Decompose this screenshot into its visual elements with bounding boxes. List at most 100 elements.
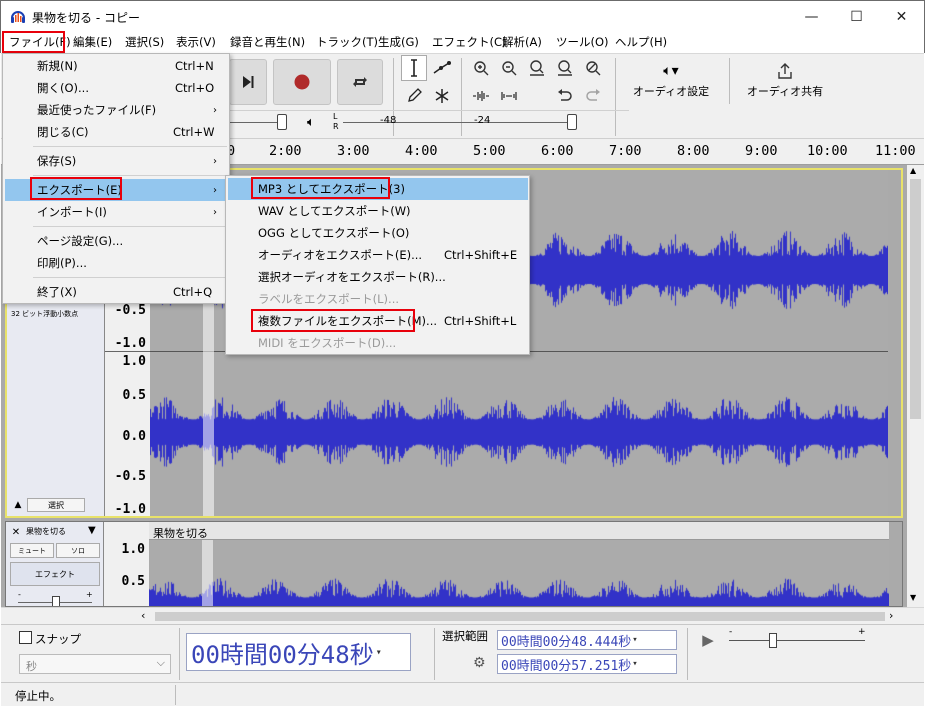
menu-item-import[interactable]: インポート(I) › xyxy=(3,201,229,223)
horizontal-scroll-thumb[interactable] xyxy=(155,612,885,621)
mute-button[interactable]: ミュート xyxy=(10,543,54,558)
menu-item-page-setup[interactable]: ページ設定(G)... xyxy=(3,230,229,252)
selection-tool-button[interactable] xyxy=(401,55,427,81)
collapse-track-button[interactable]: ▲ xyxy=(11,498,25,512)
speed-slider-thumb[interactable] xyxy=(769,633,777,648)
status-text: 停止中。 xyxy=(15,689,61,703)
close-button[interactable]: ✕ xyxy=(879,2,924,31)
zoom-out-button[interactable] xyxy=(496,55,522,81)
window-title: 果物を切る - コピー xyxy=(32,11,140,25)
snap-unit-value: 秒 xyxy=(26,660,37,673)
fit-project-button[interactable] xyxy=(552,55,578,81)
envelope-tool-button[interactable] xyxy=(429,55,455,81)
scroll-down-icon[interactable]: ▼ xyxy=(910,593,916,602)
menu-item-export-wav[interactable]: WAV としてエクスポート(W) xyxy=(226,200,529,222)
gear-icon[interactable]: ⚙ xyxy=(473,655,486,671)
play-at-speed-icon[interactable]: ▶ xyxy=(697,630,719,650)
gain-slider-thumb[interactable] xyxy=(52,596,60,606)
silence-button[interactable] xyxy=(496,83,522,109)
solo-button[interactable]: ソロ xyxy=(56,543,100,558)
skip-end-button[interactable] xyxy=(229,59,267,105)
menu-generate[interactable]: 生成(G) xyxy=(378,34,419,50)
zoom-selection-icon xyxy=(530,60,544,76)
record-button[interactable] xyxy=(273,59,331,105)
asterisk-icon xyxy=(435,89,449,103)
menu-item-close[interactable]: 閉じる(C) Ctrl+W xyxy=(3,121,229,143)
audacity-app-icon xyxy=(11,11,25,23)
audio-share-button[interactable]: オーディオ共有 xyxy=(735,57,835,105)
maximize-button[interactable]: ☐ xyxy=(834,2,879,31)
menu-help[interactable]: ヘルプ(H) xyxy=(615,34,667,50)
zoom-in-button[interactable] xyxy=(468,55,494,81)
minimize-button[interactable]: — xyxy=(789,2,834,31)
snap-unit-select[interactable]: 秒 ⌵ xyxy=(19,654,171,674)
scroll-right-icon[interactable]: › xyxy=(889,609,893,622)
audio-position-display[interactable]: 00時間00分48秒 ▾ xyxy=(186,633,411,671)
menu-tracks[interactable]: トラック(T) xyxy=(316,34,378,50)
menu-item-new[interactable]: 新規(N) Ctrl+N xyxy=(3,55,229,77)
chevron-down-icon[interactable]: ▾ xyxy=(632,635,637,645)
track-2-control-panel: ✕ 果物を切る ▼ ミュート ソロ エフェクト - + xyxy=(6,522,103,606)
menu-item-exit[interactable]: 終了(X) Ctrl+Q xyxy=(3,281,229,303)
menu-edit[interactable]: 編集(E) xyxy=(73,34,112,50)
track-2-waveform[interactable]: 果物を切る xyxy=(149,522,889,606)
track-name-button[interactable]: 果物を切る xyxy=(26,526,66,537)
track-select-button[interactable]: 選択 xyxy=(27,498,85,512)
playback-volume-thumb[interactable] xyxy=(567,114,577,130)
audio-position-value: 00時間00分48秒 xyxy=(191,640,374,669)
envelope-icon xyxy=(433,61,451,74)
meter-lr-label: L R xyxy=(333,112,339,131)
menu-select[interactable]: 選択(S) xyxy=(125,34,164,50)
snap-checkbox[interactable] xyxy=(19,631,32,644)
loop-icon xyxy=(353,77,367,87)
vertical-scroll-thumb[interactable] xyxy=(910,179,921,419)
menu-item-export-midi[interactable]: MIDI をエクスポート(D)... xyxy=(226,332,529,354)
chevron-right-icon: › xyxy=(213,206,217,218)
fit-selection-button[interactable] xyxy=(524,55,550,81)
skip-end-icon xyxy=(243,76,254,88)
scroll-up-icon[interactable]: ▲ xyxy=(910,166,916,175)
toolbar-separator xyxy=(687,628,688,680)
menu-view[interactable]: 表示(V) xyxy=(176,34,216,50)
menu-item-export-ogg[interactable]: OGG としてエクスポート(O) xyxy=(226,222,529,244)
selection-end-value: 00時間00分57.251秒 xyxy=(501,658,632,674)
record-icon xyxy=(294,74,310,90)
scroll-left-icon[interactable]: ‹ xyxy=(141,609,145,622)
chevron-down-icon[interactable]: ▾ xyxy=(632,659,637,669)
selection-end-display[interactable]: 00時間00分57.251秒 ▾ xyxy=(497,654,677,674)
menu-item-export-audio[interactable]: オーディオをエクスポート(E)... Ctrl+Shift+E xyxy=(226,244,529,266)
track-2[interactable]: ✕ 果物を切る ▼ ミュート ソロ エフェクト - + 1.0 0.5 果物を切… xyxy=(5,521,903,607)
menu-analyze[interactable]: 解析(A) xyxy=(502,34,542,50)
zoom-toggle-button[interactable] xyxy=(580,55,606,81)
ruler-tick: 9:00 xyxy=(745,143,778,159)
menu-item-export-selected-audio[interactable]: 選択オーディオをエクスポート(R)... xyxy=(226,266,529,288)
close-track-button[interactable]: ✕ xyxy=(9,525,23,539)
effects-button[interactable]: エフェクト xyxy=(10,562,100,586)
draw-tool-button[interactable] xyxy=(401,83,427,109)
menu-item-print[interactable]: 印刷(P)... xyxy=(3,252,229,274)
undo-button[interactable] xyxy=(552,83,578,109)
loop-button[interactable] xyxy=(337,59,383,105)
menu-item-save[interactable]: 保存(S) › xyxy=(3,150,229,172)
vertical-scrollbar[interactable]: ▲ ▼ xyxy=(907,165,924,607)
menu-item-export-labels[interactable]: ラベルをエクスポート(L)... xyxy=(226,288,529,310)
horizontal-scrollbar[interactable]: ‹ › xyxy=(1,607,924,624)
track-menu-arrow[interactable]: ▼ xyxy=(88,525,96,536)
snap-label: スナップ xyxy=(35,632,81,646)
selection-start-display[interactable]: 00時間00分48.444秒 ▾ xyxy=(497,630,677,650)
audio-setup-button[interactable]: 🔈︎▾ オーディオ設定 xyxy=(619,57,723,105)
multi-tool-button[interactable] xyxy=(429,83,455,109)
meter-slider-thumb[interactable] xyxy=(277,114,287,130)
menu-tools[interactable]: ツール(O) xyxy=(556,34,609,50)
menu-item-recent-files[interactable]: 最近使ったファイル(F) › xyxy=(3,99,229,121)
chevron-down-icon[interactable]: ▾ xyxy=(376,647,382,658)
menu-item-open[interactable]: 開く(O)... Ctrl+O xyxy=(3,77,229,99)
ruler-tick: 11:00 xyxy=(875,143,916,159)
redo-button[interactable] xyxy=(580,83,606,109)
menu-transport[interactable]: 録音と再生(N) xyxy=(230,34,305,50)
menu-effect[interactable]: エフェクト(C) xyxy=(432,34,507,50)
clip-title-bar[interactable]: 果物を切る xyxy=(149,522,889,540)
pencil-icon xyxy=(408,88,422,102)
trim-button[interactable] xyxy=(468,83,494,109)
scale-label: 0.5 xyxy=(122,388,146,403)
